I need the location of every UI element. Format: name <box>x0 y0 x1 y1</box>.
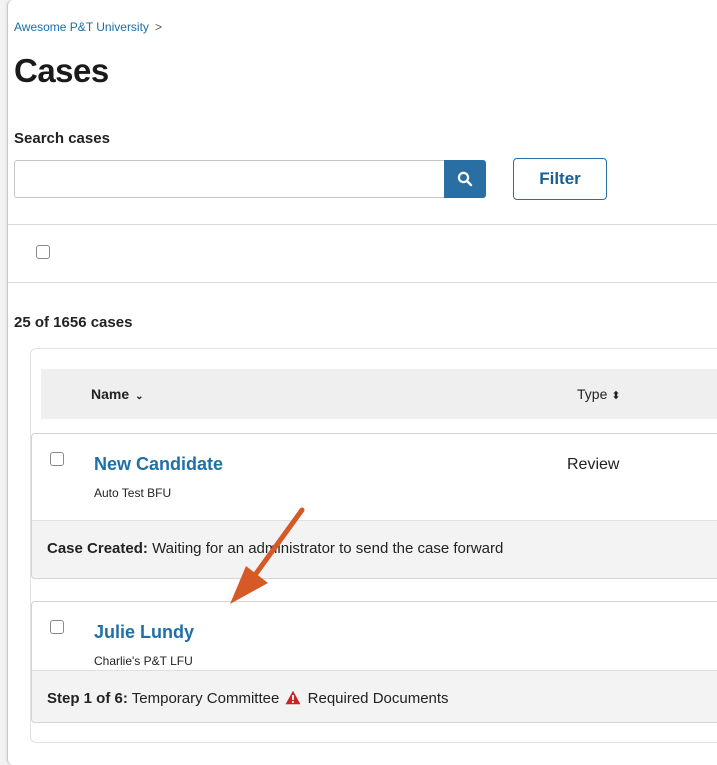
column-type-label: Type <box>577 386 608 402</box>
search-button[interactable] <box>444 160 486 198</box>
case-name-link[interactable]: New Candidate <box>94 454 223 475</box>
divider <box>8 224 717 225</box>
case-unit: Auto Test BFU <box>94 486 172 500</box>
case-status-text: Temporary Committee <box>131 690 280 707</box>
warning-text: Required Documents <box>307 690 449 707</box>
breadcrumb-link[interactable]: Awesome P&T University <box>14 20 149 34</box>
table-header: Name ⌄ Type ⬍ <box>41 369 717 419</box>
case-row: New Candidate Auto Test BFU Review Case … <box>31 433 717 579</box>
select-all-checkbox[interactable] <box>36 245 50 259</box>
case-checkbox[interactable] <box>50 620 64 634</box>
case-status-bar: Step 1 of 6: Temporary Committee Require… <box>32 670 717 722</box>
breadcrumb-separator: > <box>154 20 162 34</box>
warning-icon <box>286 690 301 705</box>
case-status-text: Waiting for an administrator to send the… <box>152 540 504 557</box>
column-header-name[interactable]: Name ⌄ <box>91 386 144 402</box>
filter-button[interactable]: Filter <box>513 158 607 200</box>
case-unit: Charlie's P&T LFU <box>94 654 193 668</box>
page-title: Cases <box>14 52 109 89</box>
case-name-link[interactable]: Julie Lundy <box>94 622 194 643</box>
case-status: Case Created: Waiting for an administrat… <box>47 540 503 557</box>
search-label: Search cases <box>14 130 110 147</box>
case-type: Review <box>567 456 620 473</box>
case-status-label: Case Created: <box>47 540 148 557</box>
column-header-type[interactable]: Type ⬍ <box>577 386 621 402</box>
divider <box>8 282 717 283</box>
case-list: Name ⌄ Type ⬍ New Candidate Auto Test BFU … <box>30 348 717 743</box>
case-row: Julie Lundy Charlie's P&T LFU Step 1 of … <box>31 601 717 723</box>
breadcrumb: Awesome P&T University > <box>14 20 162 34</box>
case-status-bar: Case Created: Waiting for an administrat… <box>32 520 717 578</box>
search-input[interactable] <box>14 160 444 198</box>
case-status-label: Step 1 of 6: <box>47 690 128 707</box>
case-status: Step 1 of 6: Temporary Committee Require… <box>47 690 449 707</box>
sort-both-icon: ⬍ <box>611 390 621 402</box>
case-count: 25 of 1656 cases <box>14 314 133 331</box>
column-name-label: Name <box>91 386 130 402</box>
search-icon <box>457 171 473 187</box>
case-checkbox[interactable] <box>50 452 64 466</box>
cases-page: Awesome P&T University > Cases Search cas… <box>7 0 717 765</box>
sort-down-icon: ⌄ <box>135 391 144 402</box>
